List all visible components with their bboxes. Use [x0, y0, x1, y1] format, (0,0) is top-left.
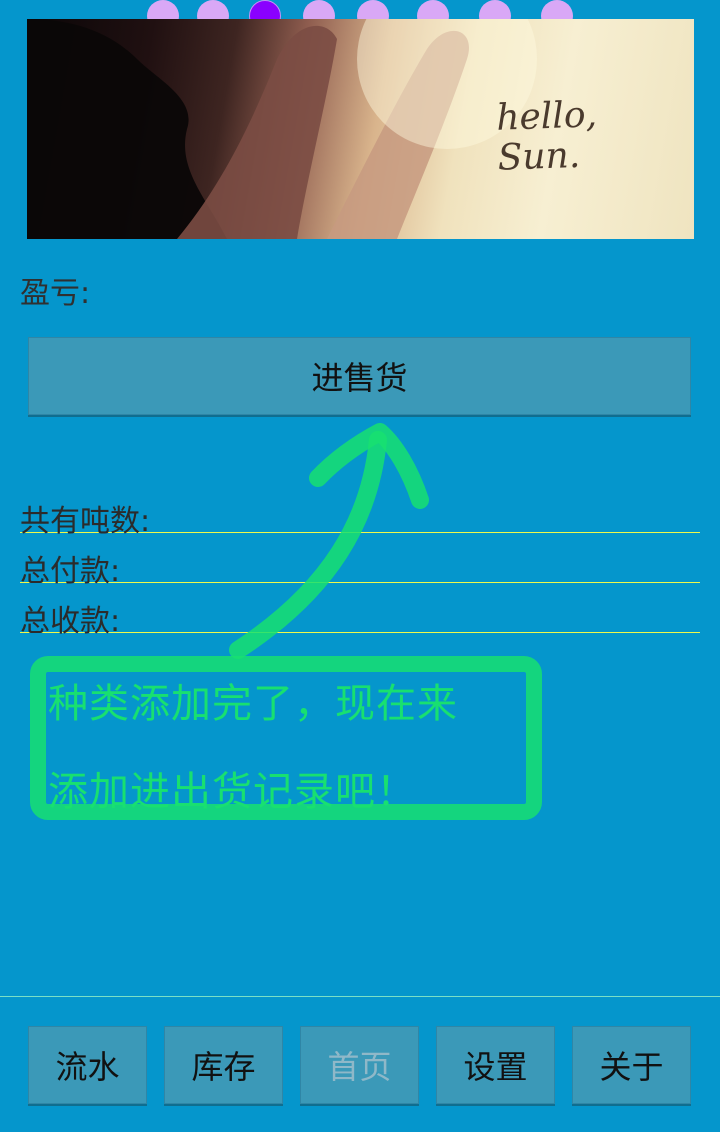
tab-inventory[interactable]: 库存 — [164, 1026, 283, 1104]
tab-about[interactable]: 关于 — [572, 1026, 691, 1104]
tab-transactions[interactable]: 流水 — [28, 1026, 147, 1104]
bottom-divider — [0, 996, 720, 997]
tutorial-arrow — [229, 431, 387, 659]
tutorial-overlay — [30, 423, 542, 820]
tab-home: 首页 — [300, 1026, 419, 1104]
tutorial-hint-text: 种类添加完了，现在来 添加进出货记录吧！ — [48, 681, 458, 815]
tab-settings[interactable]: 设置 — [436, 1026, 555, 1104]
